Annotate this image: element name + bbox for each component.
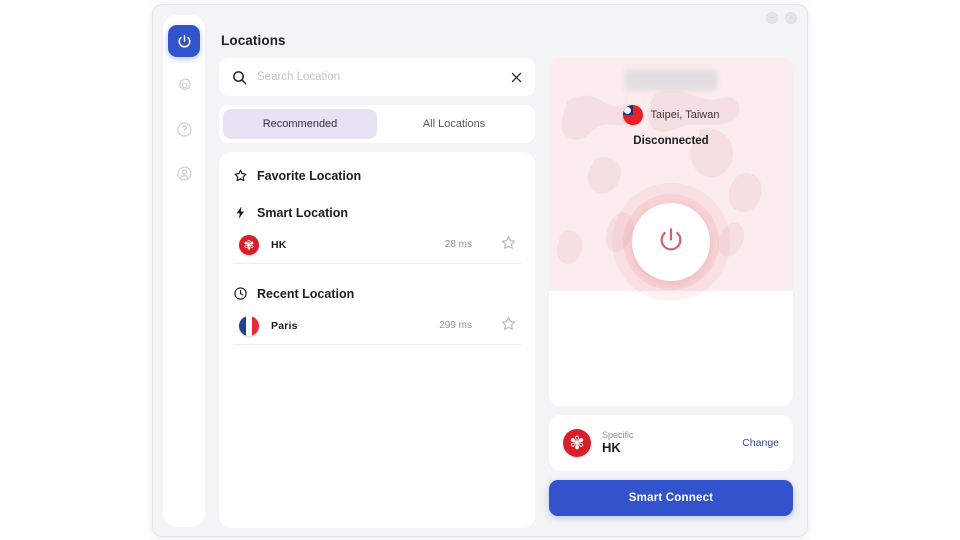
connect-power-button[interactable] <box>632 203 710 281</box>
page-title: Locations <box>221 33 286 48</box>
minimize-button[interactable]: − <box>766 12 778 24</box>
power-button-glow-outer <box>612 183 730 301</box>
close-button[interactable]: × <box>785 12 797 24</box>
specific-server-texts: Specific HK <box>602 430 731 455</box>
redacted-ip-field <box>625 70 717 91</box>
server-location-label: Taipei, Taiwan <box>650 109 720 121</box>
flag-tw-icon <box>622 105 643 125</box>
specific-value: HK <box>602 439 621 455</box>
search-input[interactable] <box>257 71 501 83</box>
close-icon[interactable] <box>510 71 523 84</box>
server-location-row: Taipei, Taiwan <box>549 105 793 125</box>
specific-label: Specific <box>602 430 634 441</box>
location-name: Paris <box>271 319 298 332</box>
list-item[interactable]: Paris 299 ms <box>233 307 521 345</box>
power-icon <box>176 33 193 50</box>
locations-column: Locations Recommended All Locations <box>219 15 535 528</box>
map-status-card: Taipei, Taiwan Disconnected <box>549 57 793 406</box>
sidebar-item-power[interactable] <box>168 25 200 57</box>
locations-card: Favorite Location Smart Location HK 28 m… <box>219 152 535 528</box>
list-item[interactable]: HK 28 ms <box>233 226 521 264</box>
section-title: Recent Location <box>257 286 355 301</box>
section-title: Smart Location <box>257 205 348 220</box>
tab-bar: Recommended All Locations <box>219 105 535 143</box>
change-server-link[interactable]: Change <box>742 437 779 449</box>
power-button-glow-inner <box>623 194 719 290</box>
app-window: − × Locations Search Location Recommende… <box>152 4 808 537</box>
gear-icon <box>176 77 193 94</box>
section-header-recent: Recent Location <box>233 286 521 301</box>
smart-connect-button[interactable]: Smart Connect <box>549 480 793 516</box>
location-ping: 28 ms <box>444 239 472 250</box>
specific-server-card: Specific HK Change <box>549 415 793 471</box>
sidebar-item-settings[interactable] <box>168 69 200 101</box>
favorite-star-icon[interactable] <box>500 234 517 256</box>
flag-hk-icon <box>239 234 259 255</box>
sidebar-rail <box>163 15 205 527</box>
help-circle-icon <box>176 121 193 138</box>
location-ping: 299 ms <box>439 320 472 331</box>
sidebar-item-help[interactable] <box>168 113 200 145</box>
star-icon <box>233 168 248 183</box>
sidebar-item-account[interactable] <box>168 157 200 189</box>
location-name: HK <box>271 238 287 251</box>
right-column: Taipei, Taiwan Disconnected ✾ Specific H… <box>549 57 793 516</box>
search-icon <box>231 69 248 86</box>
section-header-favorite: Favorite Location <box>233 168 521 183</box>
window-controls: − × <box>766 12 797 24</box>
section-header-smart: Smart Location <box>233 205 521 220</box>
flag-hk-icon <box>563 429 591 457</box>
section-title: Favorite Location <box>257 168 362 183</box>
tab-recommended[interactable]: Recommended <box>223 109 377 139</box>
favorite-star-icon[interactable] <box>500 315 517 337</box>
user-circle-icon <box>176 165 193 182</box>
lightning-icon <box>233 205 248 220</box>
search-bar[interactable] <box>219 58 535 96</box>
power-icon <box>656 225 686 260</box>
tab-all-locations[interactable]: All Locations <box>377 109 531 139</box>
clock-icon <box>233 286 248 301</box>
flag-fr-icon <box>239 315 259 336</box>
status-badge: Disconnected <box>633 135 709 147</box>
